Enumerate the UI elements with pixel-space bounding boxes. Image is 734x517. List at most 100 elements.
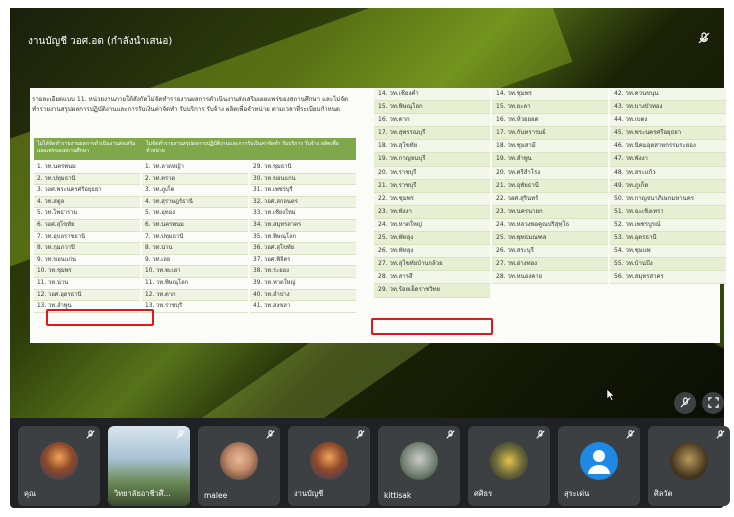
table-cell: 1. วท.นครพนม	[34, 162, 140, 174]
slide-right-panel: 14. วท.เชียงคำ 15. วท.พิษณุโลก 16. วท.ตาก 1…	[371, 88, 726, 343]
participant-tile[interactable]: malee	[198, 426, 280, 506]
table-cell: 23. วท.พังงา	[374, 205, 490, 219]
table-cell: 21. วท.อุทัยธานี	[492, 179, 608, 193]
table-cell: 32. วอศ.สกลนคร	[250, 196, 356, 209]
table-cell: 15. วท.ยะลา	[492, 101, 608, 115]
table-cell: 18. วท.ชุมสามี	[492, 140, 608, 154]
participant-name: คุณ	[24, 489, 36, 498]
table-cell: 29. วท.ชุมธานี	[250, 162, 356, 174]
fullscreen-icon[interactable]	[702, 392, 724, 414]
table-cell: 3. วอศ.พระนครศรีอยุธยา	[34, 185, 140, 197]
participant-tile[interactable]: ศศิธร	[468, 426, 550, 506]
table-cell: 26. วท.สระบุรี	[492, 245, 608, 259]
table-header: ไม่ได้จัดทำรายงานผลการดำเนินงานส่งเสริมเ…	[34, 138, 356, 160]
mic-off-icon	[266, 430, 275, 442]
participant-tile[interactable]: งานบัญชี	[288, 426, 370, 506]
presenter-label: งานบัญชี วอศ.อด (กำลังนำเสนอ)	[28, 36, 173, 47]
table-cell: 35. วท.พิษณุโลก	[250, 232, 356, 244]
table-cell: 16. วท.ตาก	[374, 114, 490, 128]
mic-off-icon	[86, 430, 95, 442]
participant-name: สุระเด่น	[564, 489, 590, 498]
presenter-mic-off-icon[interactable]	[674, 392, 696, 414]
table-cell: 31. วท.เพชรบุรี	[250, 185, 356, 197]
table-header-left: ไม่ได้จัดทำรายงานผลการดำเนินงานส่งเสริมเ…	[37, 141, 136, 154]
participant-tile[interactable]: สุระเด่น	[558, 426, 640, 506]
participant-name: malee	[204, 491, 228, 500]
table-cell: 30. วท.ขอนแก่น	[250, 173, 356, 186]
slide-left-panel: รายละเอียดแบบ 11. หน่วยงานภายใต้สังกัดไม…	[30, 88, 370, 343]
table-cell: 42. วท.ควนขนุน	[610, 88, 726, 102]
table-cell: 8. วท.กุมภวาปี	[34, 243, 140, 255]
table-cell: 9. วท.เลย	[142, 255, 248, 267]
participant-strip: คุณ วิทยาลัยอาชีวศึ... malee งานบัญชี ki…	[18, 426, 732, 508]
mic-off-icon	[536, 430, 545, 442]
table-cell: 19. วท.กาญจนบุรี	[374, 153, 490, 167]
slide-intro-text: รายละเอียดแบบ 11. หน่วยงานภายใต้สังกัดไม…	[32, 96, 349, 113]
table-cell: 24. วท.หาดใหญ่	[374, 218, 490, 233]
table-cell: 29. วท.ร้อยเอ็ดราชวิทย	[374, 284, 490, 298]
table-cell: 14. วท.เชียงคำ	[374, 88, 490, 102]
table-column-2: 1. วท.ลาดหญ้า 2. วท.ตราด 3. วท.ภูเก็ต 4. วท…	[142, 162, 248, 313]
table-cell: 13. วท.ราชบุรี	[142, 301, 248, 313]
table-cell: 2. วท.ตราด	[142, 173, 248, 186]
table-cell: 5. วท.อุทอง	[142, 208, 248, 220]
mic-off-icon	[698, 32, 710, 47]
table-cell: 41. วท.สงขลา	[250, 301, 356, 313]
table-cell: 48. วท.สระแก้ว	[610, 166, 726, 180]
participant-tile[interactable]: ศิลวัต	[648, 426, 730, 506]
table-cell: 12. วท.ตาก	[142, 289, 248, 302]
table-cell: 46. วท.นิคมอุตสาหกรรมระยอง	[610, 140, 726, 154]
table-cell: 39. วท.หาดใหญ่	[250, 278, 356, 290]
table-cell: 49. วท.ภูเก็ต	[610, 179, 726, 193]
table-cell: 47. วท.พังงา	[610, 153, 726, 167]
table-cell: 1. วท.ลาดหญ้า	[142, 162, 248, 174]
table-cell: 43. วท.บางบัวทอง	[610, 101, 726, 115]
participant-tile[interactable]: คุณ	[18, 426, 100, 506]
table-cell: 10. วท.พะเยา	[142, 266, 248, 278]
participant-name: วิทยาลัยอาชีวศึ...	[114, 489, 171, 498]
table-cell: 25. วท.พัทลุง	[374, 232, 490, 246]
mic-off-icon	[446, 430, 455, 442]
table-cell: 23. วท.นครนายก	[492, 205, 608, 219]
table-cell: 38. วท.ระยอง	[250, 266, 356, 278]
shared-slide: รายละเอียดแบบ 11. หน่วยงานภายใต้สังกัดไม…	[30, 88, 726, 343]
mic-off-icon	[356, 430, 365, 442]
mic-off-icon	[716, 430, 725, 442]
participant-name: ศิลวัต	[654, 489, 673, 498]
table-cell: 51. วท.ฉะเชิงเทรา	[610, 205, 726, 219]
table-cell: 20. วท.ศรีสำโรง	[492, 166, 608, 180]
table-cell: 16. วท.ห้วยยอด	[492, 114, 608, 128]
table-cell: 7. วท.ปทุมธานี	[142, 232, 248, 244]
table-cell: 22. วอศ.สุรินทร์	[492, 192, 608, 206]
table-column-1: 1. วท.นครพนม 2. วท.ปทุมธานี 3. วอศ.พระนครศ…	[34, 162, 140, 313]
table-cell: 4. วท.สุราษฎร์ธานี	[142, 196, 248, 209]
person-icon	[580, 442, 618, 480]
table-cell: 19. วท.ลำพูน	[492, 153, 608, 167]
participant-name: kittisak	[384, 491, 412, 500]
table-cell: 17. วท.สุพรรณบุรี	[374, 127, 490, 141]
avatar	[220, 442, 258, 480]
table-cell: 3. วท.ภูเก็ต	[142, 185, 248, 197]
table-cell: 56. วท.สมุทรสาคร	[610, 271, 726, 285]
table-cell: 11. วท.พิษณุโลก	[142, 278, 248, 290]
table-cell: 27. วท.อ่างทอง	[492, 258, 608, 272]
table-cell: 44. วท.เบตง	[610, 114, 726, 128]
participant-name: ศศิธร	[474, 489, 493, 498]
table-cell: 6. วอศ.สุโขทัย	[34, 219, 140, 232]
avatar	[310, 442, 348, 480]
table-cell: 22. วท.ชุมพร	[374, 192, 490, 206]
avatar	[40, 442, 78, 480]
participant-video-tile[interactable]: วิทยาลัยอาชีวศึ...	[108, 426, 190, 506]
table-cell: 54. วท.ชุมแพ	[610, 245, 726, 259]
table-cell: 26. วท.พัทลุง	[374, 245, 490, 259]
table-cell: 18. วท.สุโขทัย	[374, 140, 490, 154]
table-cell: 34. วท.สมุทรสาคร	[250, 219, 356, 232]
mic-off-icon	[626, 430, 635, 442]
table-cell: 10. วท.ชุมพร	[34, 266, 140, 278]
table-cell: 50. วท.กาญจนาภิเษกมหานคร	[610, 192, 726, 206]
highlight-box	[46, 309, 154, 326]
table-cell: 11. วท.น่าน	[34, 278, 140, 290]
participant-tile[interactable]: kittisak	[378, 426, 460, 506]
avatar	[670, 442, 708, 480]
mic-off-icon	[176, 430, 185, 442]
